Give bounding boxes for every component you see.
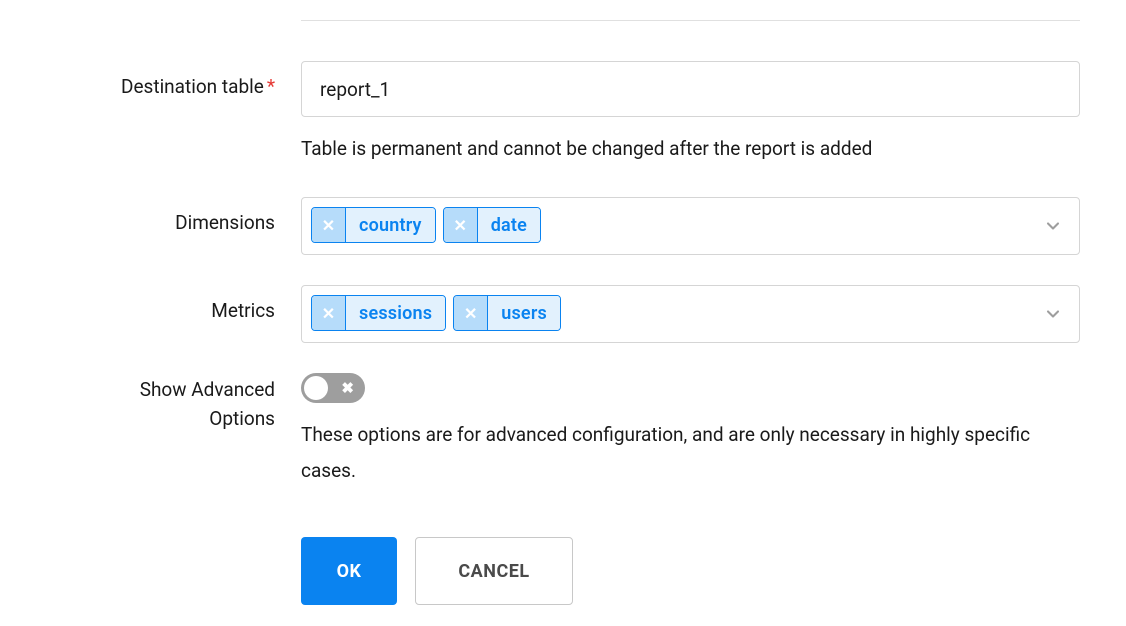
label-metrics: Metrics xyxy=(80,285,285,326)
field-dimensions: ✕ country ✕ date xyxy=(301,197,1080,255)
dimension-tag: ✕ date xyxy=(443,207,541,243)
remove-tag-icon[interactable]: ✕ xyxy=(312,296,346,330)
field-advanced-options: ✖ These options are for advanced configu… xyxy=(301,373,1080,489)
metric-tag: ✕ sessions xyxy=(311,295,446,331)
tag-label: users xyxy=(488,296,560,330)
close-icon: ✖ xyxy=(341,379,354,397)
ok-button[interactable]: OK xyxy=(301,537,397,605)
label-text: Destination table xyxy=(121,75,264,98)
row-advanced-options: Show Advanced Options ✖ These options ar… xyxy=(80,373,1080,489)
metric-tag: ✕ users xyxy=(453,295,561,331)
destination-table-helper: Table is permanent and cannot be changed… xyxy=(301,131,1080,167)
row-metrics: Metrics ✕ sessions ✕ users xyxy=(80,285,1080,343)
field-destination-table: Table is permanent and cannot be changed… xyxy=(301,61,1080,167)
row-dimensions: Dimensions ✕ country ✕ date xyxy=(80,197,1080,255)
button-row: OK CANCEL xyxy=(301,537,1080,605)
advanced-options-helper: These options are for advanced configura… xyxy=(301,417,1080,489)
remove-tag-icon[interactable]: ✕ xyxy=(454,296,488,330)
dimension-tag: ✕ country xyxy=(311,207,436,243)
section-divider xyxy=(301,20,1080,21)
label-advanced-options: Show Advanced Options xyxy=(80,373,285,433)
dimensions-multiselect[interactable]: ✕ country ✕ date xyxy=(301,197,1080,255)
remove-tag-icon[interactable]: ✕ xyxy=(444,208,478,242)
tag-label: sessions xyxy=(346,296,445,330)
required-star: * xyxy=(267,75,275,98)
destination-table-input[interactable] xyxy=(301,61,1080,117)
toggle-knob xyxy=(304,376,328,400)
remove-tag-icon[interactable]: ✕ xyxy=(312,208,346,242)
field-metrics: ✕ sessions ✕ users xyxy=(301,285,1080,343)
cancel-button[interactable]: CANCEL xyxy=(415,537,573,605)
form-container: Destination table* Table is permanent an… xyxy=(80,20,1080,605)
tag-label: date xyxy=(478,208,540,242)
label-dimensions: Dimensions xyxy=(80,197,285,238)
chevron-down-icon[interactable] xyxy=(1043,216,1063,236)
label-destination-table: Destination table* xyxy=(80,61,285,102)
row-destination-table: Destination table* Table is permanent an… xyxy=(80,61,1080,167)
chevron-down-icon[interactable] xyxy=(1043,304,1063,324)
metrics-multiselect[interactable]: ✕ sessions ✕ users xyxy=(301,285,1080,343)
advanced-options-toggle[interactable]: ✖ xyxy=(301,373,365,403)
tag-label: country xyxy=(346,208,435,242)
